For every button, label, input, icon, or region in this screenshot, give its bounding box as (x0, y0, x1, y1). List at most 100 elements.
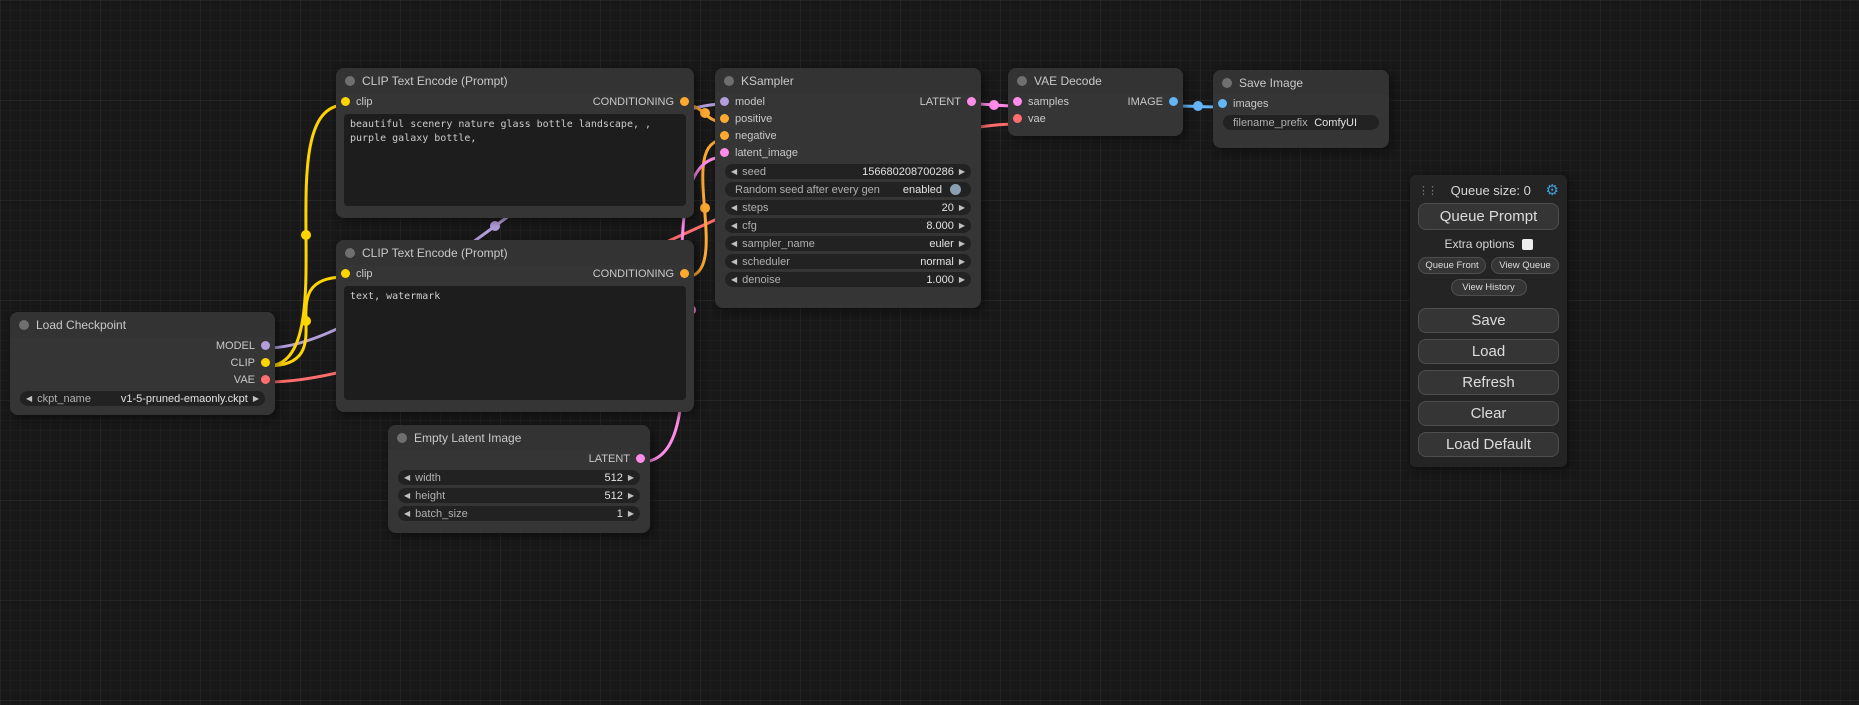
increment-icon[interactable] (959, 204, 965, 212)
extra-options-label: Extra options (1444, 237, 1514, 251)
toggle-knob-icon[interactable] (950, 184, 961, 195)
collapse-dot-icon[interactable] (345, 76, 355, 86)
collapse-dot-icon[interactable] (19, 320, 29, 330)
widget-steps[interactable]: steps 20 (725, 200, 971, 215)
widget-sampler-name[interactable]: sampler_name euler (725, 236, 971, 251)
input-label-clip: clip (356, 96, 373, 108)
output-slot-vae[interactable] (261, 375, 270, 384)
decrement-icon[interactable] (731, 168, 737, 176)
node-title: Load Checkpoint (36, 318, 126, 332)
widget-scheduler[interactable]: scheduler normal (725, 254, 971, 269)
node-titlebar[interactable]: KSampler (715, 68, 981, 93)
input-slot-model[interactable] (720, 97, 729, 106)
widget-batch-size[interactable]: batch_size 1 (398, 506, 640, 521)
widget-filename-prefix[interactable]: filename_prefix ComfyUI (1223, 115, 1379, 130)
node-save-image[interactable]: Save Image images filename_prefix ComfyU… (1213, 70, 1389, 148)
increment-icon[interactable] (959, 168, 965, 176)
decrement-icon[interactable] (404, 492, 410, 500)
clear-button[interactable]: Clear (1418, 401, 1559, 426)
output-slot-clip[interactable] (261, 358, 270, 367)
node-vae-decode[interactable]: VAE Decode samples IMAGE vae (1008, 68, 1183, 136)
negative-prompt-textarea[interactable]: text, watermark (344, 286, 686, 400)
widget-denoise[interactable]: denoise 1.000 (725, 272, 971, 287)
decrement-icon[interactable] (731, 222, 737, 230)
input-slot-samples[interactable] (1013, 97, 1022, 106)
queue-prompt-button[interactable]: Queue Prompt (1418, 203, 1559, 230)
increment-icon[interactable] (959, 222, 965, 230)
input-slot-positive[interactable] (720, 114, 729, 123)
input-slot-images[interactable] (1218, 99, 1227, 108)
link-dot (989, 100, 999, 110)
input-slot-vae[interactable] (1013, 114, 1022, 123)
widget-random-seed-toggle[interactable]: Random seed after every gen enabled (725, 182, 971, 197)
input-slot-clip[interactable] (341, 269, 350, 278)
load-button[interactable]: Load (1418, 339, 1559, 364)
input-slot-negative[interactable] (720, 131, 729, 140)
collapse-dot-icon[interactable] (397, 433, 407, 443)
output-slot-latent[interactable] (967, 97, 976, 106)
decrement-icon[interactable] (731, 276, 737, 284)
increment-icon[interactable] (959, 276, 965, 284)
node-titlebar[interactable]: CLIP Text Encode (Prompt) (336, 68, 694, 93)
node-titlebar[interactable]: Empty Latent Image (388, 425, 650, 450)
queue-front-button[interactable]: Queue Front (1418, 257, 1486, 274)
node-titlebar[interactable]: Load Checkpoint (10, 312, 275, 337)
collapse-dot-icon[interactable] (724, 76, 734, 86)
prev-value-icon[interactable] (731, 258, 737, 266)
refresh-button[interactable]: Refresh (1418, 370, 1559, 395)
positive-prompt-textarea[interactable]: beautiful scenery nature glass bottle la… (344, 114, 686, 206)
node-title: CLIP Text Encode (Prompt) (362, 74, 508, 88)
collapse-dot-icon[interactable] (1017, 76, 1027, 86)
widget-height[interactable]: height 512 (398, 488, 640, 503)
output-slot-image[interactable] (1169, 97, 1178, 106)
increment-icon[interactable] (628, 492, 634, 500)
output-label-image: IMAGE (1128, 96, 1163, 108)
save-button[interactable]: Save (1418, 308, 1559, 333)
output-slot-latent[interactable] (636, 454, 645, 463)
collapse-dot-icon[interactable] (1222, 78, 1232, 88)
next-value-icon[interactable] (959, 240, 965, 248)
decrement-icon[interactable] (731, 204, 737, 212)
node-load-checkpoint[interactable]: Load Checkpoint MODEL CLIP VAE ckpt_name… (10, 312, 275, 415)
output-slot-conditioning[interactable] (680, 269, 689, 278)
drag-handle-icon[interactable] (1418, 184, 1436, 197)
output-slot-conditioning[interactable] (680, 97, 689, 106)
input-slot-latent-image[interactable] (720, 148, 729, 157)
view-queue-button[interactable]: View Queue (1491, 257, 1559, 274)
load-default-button[interactable]: Load Default (1418, 432, 1559, 457)
widget-cfg[interactable]: cfg 8.000 (725, 218, 971, 233)
output-slot-model[interactable] (261, 341, 270, 350)
graph-canvas[interactable]: Load Checkpoint MODEL CLIP VAE ckpt_name… (0, 0, 1859, 705)
increment-icon[interactable] (628, 474, 634, 482)
node-clip-text-encode-positive[interactable]: CLIP Text Encode (Prompt) clip CONDITION… (336, 68, 694, 218)
node-titlebar[interactable]: CLIP Text Encode (Prompt) (336, 240, 694, 265)
settings-gear-icon[interactable] (1546, 183, 1559, 198)
decrement-icon[interactable] (404, 510, 410, 518)
widget-ckpt-name[interactable]: ckpt_name v1-5-pruned-emaonly.ckpt (20, 391, 265, 406)
widget-seed[interactable]: seed 156680208700286 (725, 164, 971, 179)
link-dot (700, 203, 710, 213)
input-label-negative: negative (735, 130, 777, 142)
output-label-conditioning: CONDITIONING (593, 96, 674, 108)
input-slot-clip[interactable] (341, 97, 350, 106)
node-ksampler[interactable]: KSampler model LATENT positive negative (715, 68, 981, 308)
widget-width[interactable]: width 512 (398, 470, 640, 485)
prev-value-icon[interactable] (731, 240, 737, 248)
prev-value-icon[interactable] (26, 395, 32, 403)
increment-icon[interactable] (628, 510, 634, 518)
next-value-icon[interactable] (959, 258, 965, 266)
node-titlebar[interactable]: VAE Decode (1008, 68, 1183, 93)
node-empty-latent-image[interactable]: Empty Latent Image LATENT width 512 heig… (388, 425, 650, 533)
input-label-positive: positive (735, 113, 772, 125)
link-dot (301, 230, 311, 240)
input-label-samples: samples (1028, 96, 1069, 108)
node-clip-text-encode-negative[interactable]: CLIP Text Encode (Prompt) clip CONDITION… (336, 240, 694, 412)
next-value-icon[interactable] (253, 395, 259, 403)
node-titlebar[interactable]: Save Image (1213, 70, 1389, 95)
collapse-dot-icon[interactable] (345, 248, 355, 258)
queue-panel[interactable]: Queue size: 0 Queue Prompt Extra options… (1410, 175, 1567, 467)
extra-options-checkbox[interactable] (1522, 239, 1533, 250)
view-history-button[interactable]: View History (1451, 279, 1527, 296)
node-title: Empty Latent Image (414, 431, 521, 445)
decrement-icon[interactable] (404, 474, 410, 482)
